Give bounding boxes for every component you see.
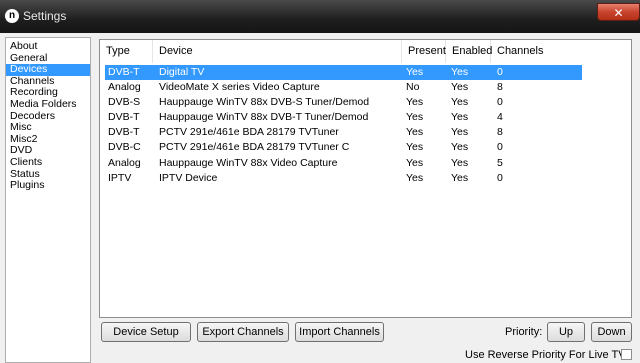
column-header-type[interactable]: Type [100, 40, 153, 63]
cell-device: PCTV 291e/461e BDA 28179 TVTuner C [159, 141, 350, 154]
sidebar-item-media-folders[interactable]: Media Folders [6, 98, 90, 111]
cell-present: Yes [406, 156, 424, 169]
cell-present: Yes [406, 111, 424, 124]
reverse-priority-checkbox[interactable] [621, 349, 632, 360]
sidebar-item-plugins[interactable]: Plugins [6, 180, 90, 192]
cell-enabled: Yes [451, 81, 469, 94]
settings-category-list[interactable]: About General Devices Channels Recording Medi… [5, 37, 91, 363]
table-row[interactable]: DVB-C PCTV 291e/461e BDA 28179 TVTuner C Y… [105, 140, 582, 155]
priority-label: Priority: [505, 326, 543, 338]
cell-device: Hauppauge WinTV 88x DVB-T Tuner/Demod [159, 111, 369, 124]
column-header-enabled[interactable]: Enabled [446, 40, 492, 63]
table-row[interactable]: DVB-T Digital TV Yes Yes 0 [105, 65, 582, 81]
cell-enabled: Yes [451, 96, 469, 109]
sidebar-item-misc[interactable]: Misc [6, 122, 90, 134]
cell-device: IPTV Device [159, 171, 218, 184]
cell-present: No [406, 81, 420, 94]
cell-present: Yes [406, 171, 424, 184]
cell-channels: 5 [497, 156, 503, 169]
cell-type: Analog [108, 156, 141, 169]
cell-enabled: Yes [451, 126, 469, 139]
device-list[interactable]: Type Device Present Enabled Channels DVB… [99, 39, 632, 318]
cell-device: PCTV 291e/461e BDA 28179 TVTuner [159, 126, 339, 139]
priority-up-button[interactable]: Up [547, 322, 585, 342]
cell-channels: 0 [497, 96, 503, 109]
table-row[interactable]: Analog VideoMate X series Video Capture No… [105, 80, 582, 95]
cell-present: Yes [406, 96, 424, 109]
cell-present: Yes [406, 141, 424, 154]
column-header-channels[interactable]: Channels [491, 40, 631, 63]
cell-device: Digital TV [159, 66, 205, 78]
priority-down-button[interactable]: Down [591, 322, 632, 342]
cell-channels: 0 [497, 66, 503, 78]
reverse-priority-label: Use Reverse Priority For Live TV [465, 349, 626, 361]
cell-channels: 8 [497, 126, 503, 139]
close-button[interactable]: ✕ [597, 3, 640, 21]
cell-channels: 4 [497, 111, 503, 124]
sidebar-item-about[interactable]: About [6, 40, 90, 53]
window-title: Settings [23, 9, 67, 23]
cell-type: DVB-T [108, 66, 140, 78]
cell-enabled: Yes [451, 156, 469, 169]
sidebar-item-clients[interactable]: Clients [6, 156, 90, 169]
table-row[interactable]: DVB-S Hauppauge WinTV 88x DVB-S Tuner/Dem… [105, 95, 582, 110]
cell-channels: 0 [497, 171, 503, 184]
import-channels-button[interactable]: Import Channels [295, 322, 384, 342]
cell-type: DVB-T [108, 111, 140, 124]
cell-device: Hauppauge WinTV 88x Video Capture [159, 156, 338, 169]
cell-type: DVB-S [108, 96, 141, 109]
device-rows: DVB-T Digital TV Yes Yes 0 Analog VideoMate X … [105, 65, 582, 186]
cell-type: DVB-T [108, 126, 140, 139]
table-row[interactable]: Analog Hauppauge WinTV 88x Video Capture Y… [105, 156, 582, 171]
table-row[interactable]: DVB-T Hauppauge WinTV 88x DVB-T Tuner/Dem… [105, 110, 582, 125]
app-logo-icon: n [5, 9, 19, 23]
cell-type: Analog [108, 81, 141, 94]
device-setup-button[interactable]: Device Setup [101, 322, 191, 342]
export-channels-button[interactable]: Export Channels [197, 322, 289, 342]
cell-device: VideoMate X series Video Capture [159, 81, 320, 94]
cell-present: Yes [406, 66, 424, 78]
cell-present: Yes [406, 126, 424, 139]
cell-type: DVB-C [108, 141, 141, 154]
cell-channels: 8 [497, 81, 503, 94]
device-list-header: Type Device Present Enabled Channels [100, 40, 631, 63]
title-bar: n Settings ✕ [0, 0, 640, 33]
column-header-present[interactable]: Present [402, 40, 446, 63]
cell-enabled: Yes [451, 66, 469, 78]
cell-enabled: Yes [451, 171, 469, 184]
table-row[interactable]: IPTV IPTV Device Yes Yes 0 [105, 171, 582, 186]
cell-type: IPTV [108, 171, 132, 184]
table-row[interactable]: DVB-T PCTV 291e/461e BDA 28179 TVTuner Yes… [105, 125, 582, 140]
cell-enabled: Yes [451, 141, 469, 154]
cell-enabled: Yes [451, 111, 469, 124]
cell-device: Hauppauge WinTV 88x DVB-S Tuner/Demod [159, 96, 370, 109]
column-header-device[interactable]: Device [153, 40, 402, 63]
cell-channels: 0 [497, 141, 503, 154]
